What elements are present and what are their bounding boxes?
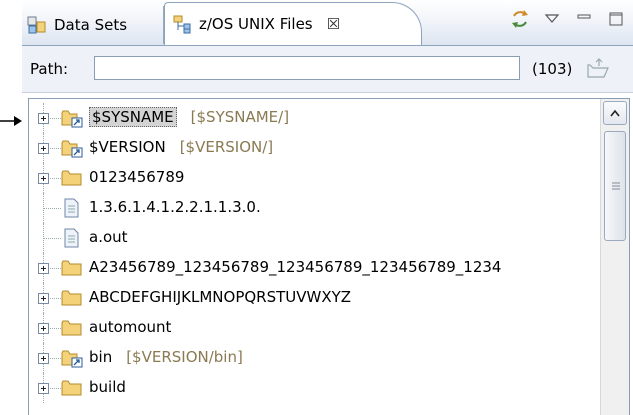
tree-item-name: a.out: [89, 228, 128, 246]
expand-icon[interactable]: [38, 113, 49, 124]
expand-icon[interactable]: [38, 353, 49, 364]
tree-row[interactable]: $SYSNAME [$SYSNAME/]: [29, 103, 597, 133]
tree-connector: [43, 208, 61, 210]
tree-item-label: $SYSNAME [$SYSNAME/]: [89, 107, 290, 127]
unix-files-icon: [173, 15, 191, 34]
scroll-thumb[interactable]: [604, 131, 626, 241]
path-label: Path:: [30, 60, 69, 78]
minimize-icon[interactable]: [573, 8, 595, 30]
file-icon: [64, 198, 79, 218]
folder-icon: [61, 260, 82, 276]
file-icon: [64, 228, 79, 248]
sync-icon[interactable]: [509, 8, 531, 30]
expand-icon[interactable]: [38, 173, 49, 184]
tree-row[interactable]: 1.3.6.1.4.1.2.2.1.1.3.0.: [29, 193, 597, 223]
symlink-folder-icon: [61, 350, 83, 368]
tree-item-label: automount: [89, 318, 171, 336]
scroll-up-button[interactable]: [603, 101, 627, 125]
view-toolbar: [509, 8, 627, 30]
folder-icon: [61, 290, 82, 306]
open-folder-icon[interactable]: [585, 56, 611, 82]
tree-item-name: build: [89, 378, 126, 396]
path-bar: Path: (103): [22, 46, 633, 93]
tree-list: $SYSNAME [$SYSNAME/] $VERSION [$VERSION/] 01…: [29, 99, 597, 415]
tree-item-label: bin [$VERSION/bin]: [89, 348, 243, 366]
tree-item-label: a.out: [89, 228, 128, 246]
tab-label: Data Sets: [54, 16, 128, 34]
tree-item-name: bin: [89, 348, 113, 366]
item-count: (103): [532, 60, 573, 78]
vertical-scrollbar[interactable]: [600, 99, 629, 415]
tree-item-name: 1.3.6.1.4.1.2.2.1.1.3.0.: [89, 198, 261, 216]
link-target-label: [$VERSION/]: [179, 138, 274, 156]
expand-icon[interactable]: [38, 293, 49, 304]
tree-item-name: ABCDEFGHIJKLMNOPQRSTUVWXYZ: [89, 288, 352, 306]
tab-zos-unix-files[interactable]: z/OS UNIX Files ☒: [164, 2, 422, 45]
view-tab-bar: Data Sets z/OS UNIX Files ☒: [22, 0, 633, 46]
expand-icon[interactable]: [38, 143, 49, 154]
tree-connector: [43, 238, 61, 240]
view-menu-icon[interactable]: [541, 8, 563, 30]
tree-row[interactable]: ABCDEFGHIJKLMNOPQRSTUVWXYZ: [29, 283, 597, 313]
maximize-icon[interactable]: [605, 8, 627, 30]
tree-row[interactable]: A23456789_123456789_123456789_123456789_…: [29, 253, 597, 283]
tree-row[interactable]: build: [29, 373, 597, 403]
tree-item-label: build: [89, 378, 126, 396]
unix-files-view: Data Sets z/OS UNIX Files ☒ Path: (103) …: [22, 0, 633, 415]
pointer-arrow-icon: [0, 116, 22, 126]
tree-item-name: $SYSNAME: [89, 107, 177, 127]
tree-item-name: A23456789_123456789_123456789_123456789_…: [89, 258, 502, 276]
tree-item-label: A23456789_123456789_123456789_123456789_…: [89, 258, 501, 276]
tree-item-name: $VERSION: [89, 138, 166, 156]
link-target-label: [$VERSION/bin]: [126, 348, 243, 366]
tree-row[interactable]: $VERSION [$VERSION/]: [29, 133, 597, 163]
tree-item-label: $VERSION [$VERSION/]: [89, 138, 273, 156]
symlink-folder-icon: [61, 140, 83, 158]
tree-row[interactable]: a.out: [29, 223, 597, 253]
folder-icon: [61, 170, 82, 186]
path-input[interactable]: [94, 56, 520, 80]
tab-data-sets[interactable]: Data Sets: [22, 6, 164, 44]
expand-icon[interactable]: [38, 383, 49, 394]
expand-icon[interactable]: [38, 263, 49, 274]
tree-item-label: 1.3.6.1.4.1.2.2.1.1.3.0.: [89, 198, 261, 216]
tree-item-label: 0123456789: [89, 168, 184, 186]
tree-item-label: ABCDEFGHIJKLMNOPQRSTUVWXYZ: [89, 288, 351, 306]
folder-icon: [61, 320, 82, 336]
link-target-label: [$SYSNAME/]: [190, 108, 290, 126]
tree-row[interactable]: bin [$VERSION/bin]: [29, 343, 597, 373]
symlink-folder-icon: [61, 110, 83, 128]
expand-icon[interactable]: [38, 323, 49, 334]
tree-item-name: 0123456789: [89, 168, 185, 186]
tree-row[interactable]: 0123456789: [29, 163, 597, 193]
tab-label: z/OS UNIX Files: [199, 15, 313, 33]
datasets-icon: [27, 16, 46, 34]
tree-row[interactable]: automount: [29, 313, 597, 343]
file-tree: $SYSNAME [$SYSNAME/] $VERSION [$VERSION/] 01…: [28, 98, 630, 415]
tree-item-name: automount: [89, 318, 172, 336]
folder-icon: [61, 380, 82, 396]
close-icon[interactable]: ☒: [327, 15, 340, 33]
